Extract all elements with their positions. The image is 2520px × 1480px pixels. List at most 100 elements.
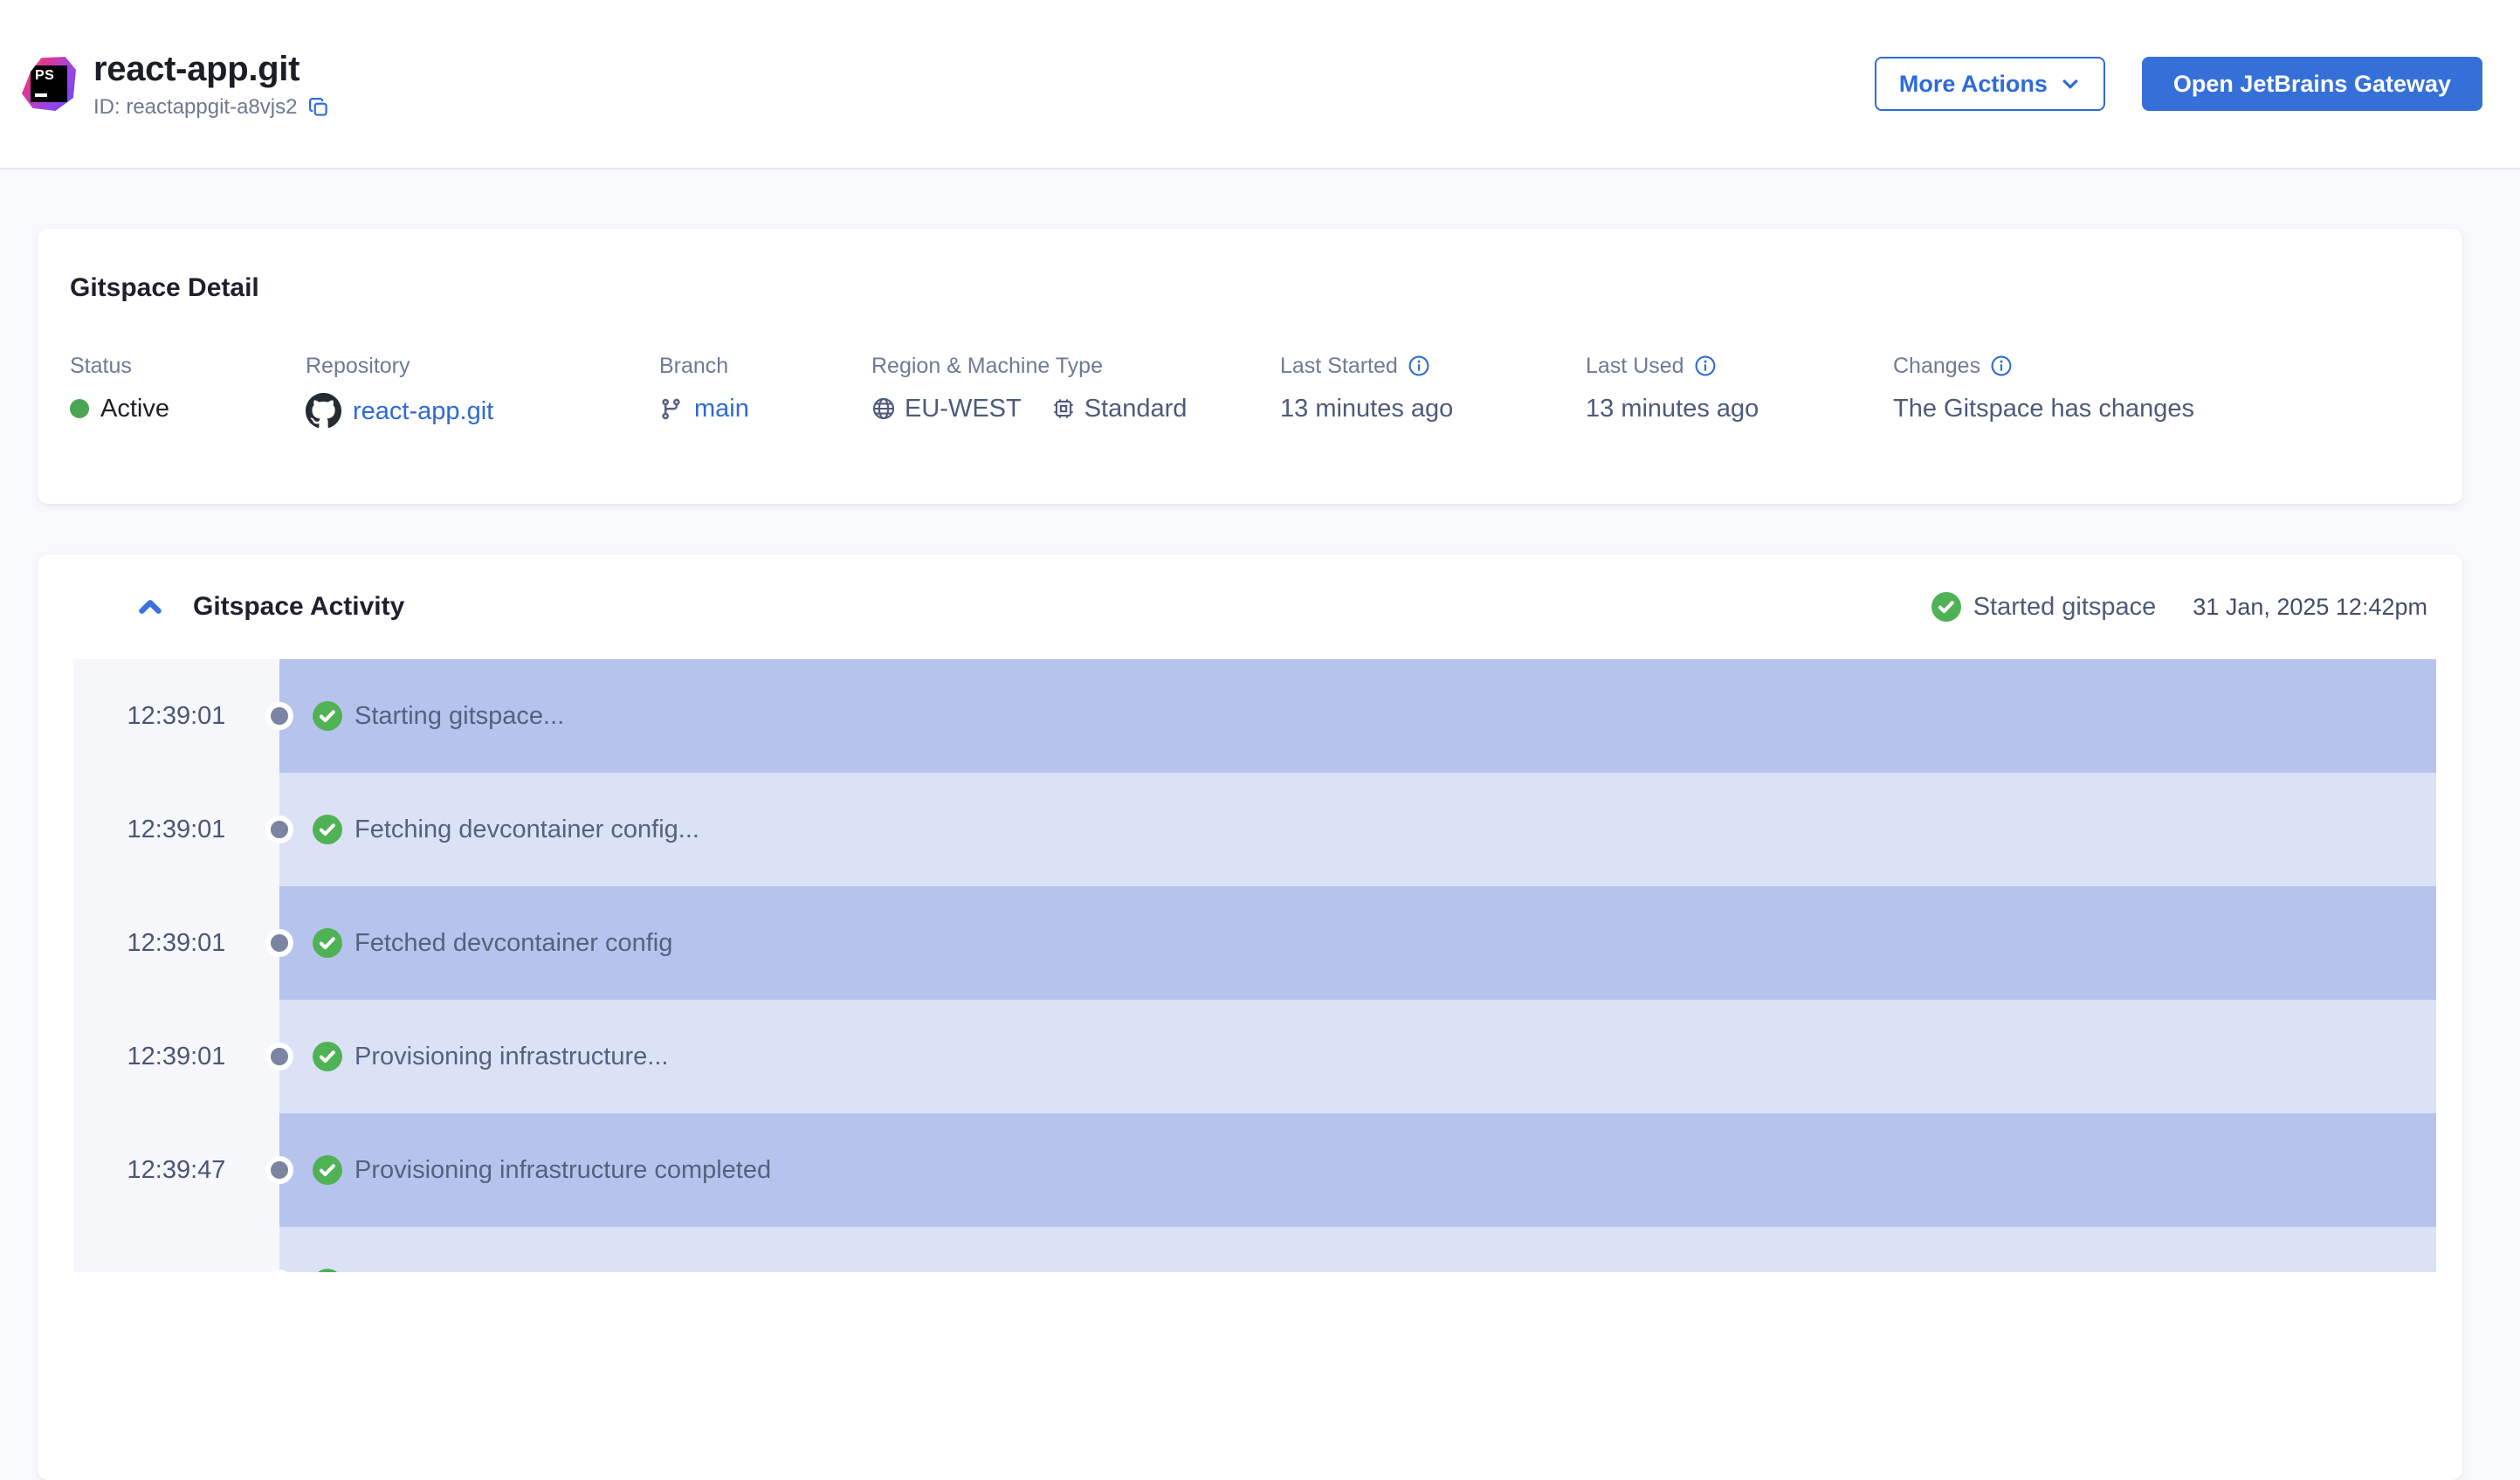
chevron-down-icon — [2060, 73, 2081, 94]
region-machine-field: Region & Machine Type EU-WEST Standard — [871, 353, 1280, 429]
github-icon — [306, 393, 341, 429]
status-value: Active — [100, 395, 169, 423]
gitspace-id: ID: reactappgit-a8vjs2 — [93, 94, 298, 119]
region-machine-value-row: EU-WEST Standard — [871, 393, 1280, 424]
status-label: Status — [70, 354, 132, 378]
log-message: Connecting to the gitspace agent — [355, 1270, 725, 1273]
region-machine-label: Region & Machine Type — [871, 354, 1103, 378]
gitspace-detail-card: Gitspace Detail Status Active Repository… — [38, 229, 2462, 504]
log-message-cell: Fetching devcontainer config... — [265, 773, 2436, 886]
last-started-label: Last Started — [1280, 353, 1586, 379]
branch-label: Branch — [659, 354, 729, 378]
gitspace-detail-page: { "header": { "logo_text": "PS", "title"… — [0, 0, 2520, 1480]
last-started-value: 13 minutes ago — [1280, 395, 1454, 423]
region-item: EU-WEST — [871, 393, 1022, 424]
changes-field: Changes The Gitspace has changes — [1893, 353, 2427, 429]
phpstorm-logo: PS — [22, 57, 76, 111]
changes-value: The Gitspace has changes — [1893, 395, 2194, 423]
region-value: EU-WEST — [905, 395, 1022, 423]
page-title: react-app.git — [93, 49, 300, 88]
check-circle-icon — [313, 1155, 342, 1185]
check-circle-icon — [313, 1269, 342, 1272]
log-row: 12:39:01 Starting gitspace... — [73, 659, 2436, 773]
phpstorm-logo-text: PS — [31, 65, 67, 102]
activity-header: Gitspace Activity Started gitspace 31 Ja… — [38, 554, 2462, 659]
branch-value-row: main — [659, 393, 871, 424]
activity-status: Started gitspace 31 Jan, 2025 12:42pm — [1931, 592, 2427, 622]
log-row: 12:39:47 Provisioning infrastructure com… — [73, 1113, 2436, 1227]
last-started-label-text: Last Started — [1280, 354, 1398, 378]
open-gateway-label: Open JetBrains Gateway — [2172, 70, 2451, 97]
log-row: 12:39:01 Fetched devcontainer config — [73, 886, 2436, 1000]
gitspace-activity-card: Gitspace Activity Started gitspace 31 Ja… — [38, 554, 2462, 1480]
log-time: 12:39:01 — [73, 1000, 279, 1113]
repository-link[interactable]: react-app.git — [353, 396, 493, 427]
copy-icon[interactable] — [307, 96, 329, 118]
branch-link[interactable]: main — [694, 393, 749, 424]
activity-status-text: Started gitspace — [1973, 592, 2157, 621]
activity-timestamp: 31 Jan, 2025 12:42pm — [2193, 593, 2427, 620]
check-circle-icon — [1931, 592, 1961, 622]
info-icon[interactable] — [1990, 355, 2013, 377]
git-branch-icon — [659, 397, 683, 421]
log-message-cell: Connecting to the gitspace agent — [265, 1227, 2436, 1273]
detail-fields: Status Active Repository react-app.git B… — [70, 353, 2427, 429]
info-icon[interactable] — [1408, 355, 1430, 377]
check-circle-icon — [313, 701, 342, 731]
timeline-dot — [265, 1156, 293, 1184]
header-actions: More Actions Open JetBrains Gateway — [1874, 57, 2482, 111]
activity-title: Gitspace Activity — [193, 592, 405, 621]
log-time: 12:39:47 — [73, 1113, 279, 1227]
timeline-dot — [265, 702, 293, 730]
status-dot — [70, 399, 89, 418]
log-row: 12:39:01 Provisioning infrastructure... — [73, 1000, 2436, 1113]
more-actions-button[interactable]: More Actions — [1874, 57, 2105, 111]
changes-label: Changes — [1893, 353, 2427, 379]
log-time: 12:39:01 — [73, 659, 279, 773]
log-message: Provisioning infrastructure completed — [355, 1155, 772, 1184]
last-used-field: Last Used 13 minutes ago — [1586, 353, 1893, 429]
timeline-dot — [265, 929, 293, 957]
machine-item: Standard — [1051, 393, 1188, 424]
log-message: Starting gitspace... — [355, 701, 565, 730]
log-time: 12:39:01 — [73, 773, 279, 886]
timeline-dot — [265, 1043, 293, 1070]
repository-label: Repository — [306, 354, 410, 378]
check-circle-icon — [313, 928, 342, 958]
title-block: react-app.git ID: reactappgit-a8vjs2 — [93, 49, 329, 120]
gitspace-id-line: ID: reactappgit-a8vjs2 — [93, 95, 329, 120]
log-message: Fetched devcontainer config — [355, 928, 673, 957]
status-value-row: Active — [70, 393, 306, 424]
gitspace-detail-title: Gitspace Detail — [70, 273, 259, 302]
log-row: 12:39:48 Connecting to the gitspace agen… — [73, 1227, 2436, 1272]
log-message-cell: Provisioning infrastructure... — [265, 1000, 2436, 1113]
log-time: 12:39:01 — [73, 886, 279, 1000]
log-message-cell: Starting gitspace... — [265, 659, 2436, 773]
globe-icon — [871, 396, 896, 421]
machine-type-value: Standard — [1084, 395, 1188, 423]
activity-log: 12:39:01 Starting gitspace... 12:39:01 F… — [73, 659, 2436, 1272]
log-message: Provisioning infrastructure... — [355, 1042, 669, 1070]
repository-field: Repository react-app.git — [306, 353, 659, 429]
last-used-label: Last Used — [1586, 353, 1893, 379]
status-field: Status Active — [70, 353, 306, 429]
check-circle-icon — [313, 815, 342, 844]
open-jetbrains-gateway-button[interactable]: Open JetBrains Gateway — [2141, 57, 2482, 111]
last-used-value: 13 minutes ago — [1586, 395, 1759, 423]
changes-label-text: Changes — [1893, 354, 1981, 378]
log-message-cell: Fetched devcontainer config — [265, 886, 2436, 1000]
log-row: 12:39:01 Fetching devcontainer config... — [73, 773, 2436, 886]
log-message: Fetching devcontainer config... — [355, 815, 699, 843]
check-circle-icon — [313, 1042, 342, 1071]
more-actions-label: More Actions — [1898, 70, 2048, 97]
timeline-dot — [265, 816, 293, 843]
log-time: 12:39:48 — [73, 1227, 279, 1272]
cpu-icon — [1051, 396, 1076, 421]
collapse-chevron-up-icon[interactable] — [135, 592, 165, 622]
branch-field: Branch main — [659, 353, 871, 429]
repository-value-row: react-app.git — [306, 393, 659, 429]
app-header: PS react-app.git ID: reactappgit-a8vjs2 … — [0, 0, 2520, 169]
log-message-cell: Provisioning infrastructure completed — [265, 1113, 2436, 1227]
info-icon[interactable] — [1694, 355, 1717, 377]
last-used-label-text: Last Used — [1586, 354, 1684, 378]
